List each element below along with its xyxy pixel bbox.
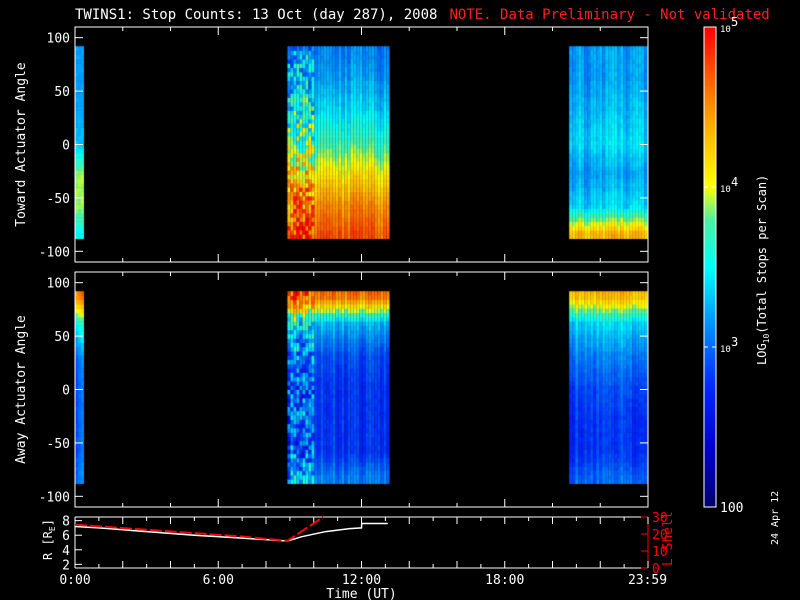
away-axis-label: Away Actuator Angle bbox=[14, 315, 29, 464]
y-tick-label: 0 bbox=[62, 139, 70, 154]
colorbar-tick-base: 10 bbox=[720, 345, 731, 355]
panel-frame bbox=[74, 26, 649, 263]
y-tick-label: -50 bbox=[47, 437, 70, 452]
colorbar-label: LOG10(Total Stops per Scan) bbox=[755, 175, 771, 365]
y-tick-label: 2 bbox=[62, 558, 70, 573]
colorbar-tick-exp: 4 bbox=[731, 175, 738, 189]
r-series-line bbox=[74, 522, 388, 542]
colorbar-tick-base: 10 bbox=[720, 185, 731, 195]
y-tick-label: 6 bbox=[62, 529, 70, 544]
y-tick-label: 100 bbox=[47, 32, 70, 47]
x-tick-label: 12:00 bbox=[342, 573, 381, 588]
r-axis-label: R [RE] bbox=[41, 519, 57, 560]
x-axis-label: Time (UT) bbox=[326, 587, 396, 600]
x-tick-label: 0:00 bbox=[59, 573, 90, 588]
axes-layer: 100500-50-100Toward Actuator Angle100500… bbox=[14, 15, 771, 600]
y-tick-label: 50 bbox=[54, 85, 70, 100]
panel-frame bbox=[74, 271, 649, 508]
y-tick-label: -100 bbox=[39, 490, 70, 505]
y-tick-label: 50 bbox=[54, 330, 70, 345]
y-tick-label: 100 bbox=[47, 277, 70, 292]
y-tick-label: 0 bbox=[62, 384, 70, 399]
y-tick-label: -50 bbox=[47, 192, 70, 207]
x-tick-label: 6:00 bbox=[203, 573, 234, 588]
y-tick-label: 8 bbox=[62, 515, 70, 530]
toward-axis-label: Toward Actuator Angle bbox=[14, 62, 29, 227]
colorbar-tick-exp: 5 bbox=[731, 15, 738, 29]
colorbar-tick-label: 100 bbox=[720, 501, 743, 516]
date-stamp: 24 Apr 12 bbox=[770, 490, 781, 545]
colorbar-tick-base: 10 bbox=[720, 25, 731, 35]
x-tick-label: 18:00 bbox=[485, 573, 524, 588]
lshell-axis-label: L Shell bbox=[661, 511, 676, 566]
x-tick-label: 23:59 bbox=[628, 573, 667, 588]
colorbar-tick-exp: 3 bbox=[731, 335, 738, 349]
y-tick-label: -100 bbox=[39, 245, 70, 260]
colorbar-frame bbox=[703, 26, 717, 508]
y-tick-label: 4 bbox=[62, 544, 70, 559]
